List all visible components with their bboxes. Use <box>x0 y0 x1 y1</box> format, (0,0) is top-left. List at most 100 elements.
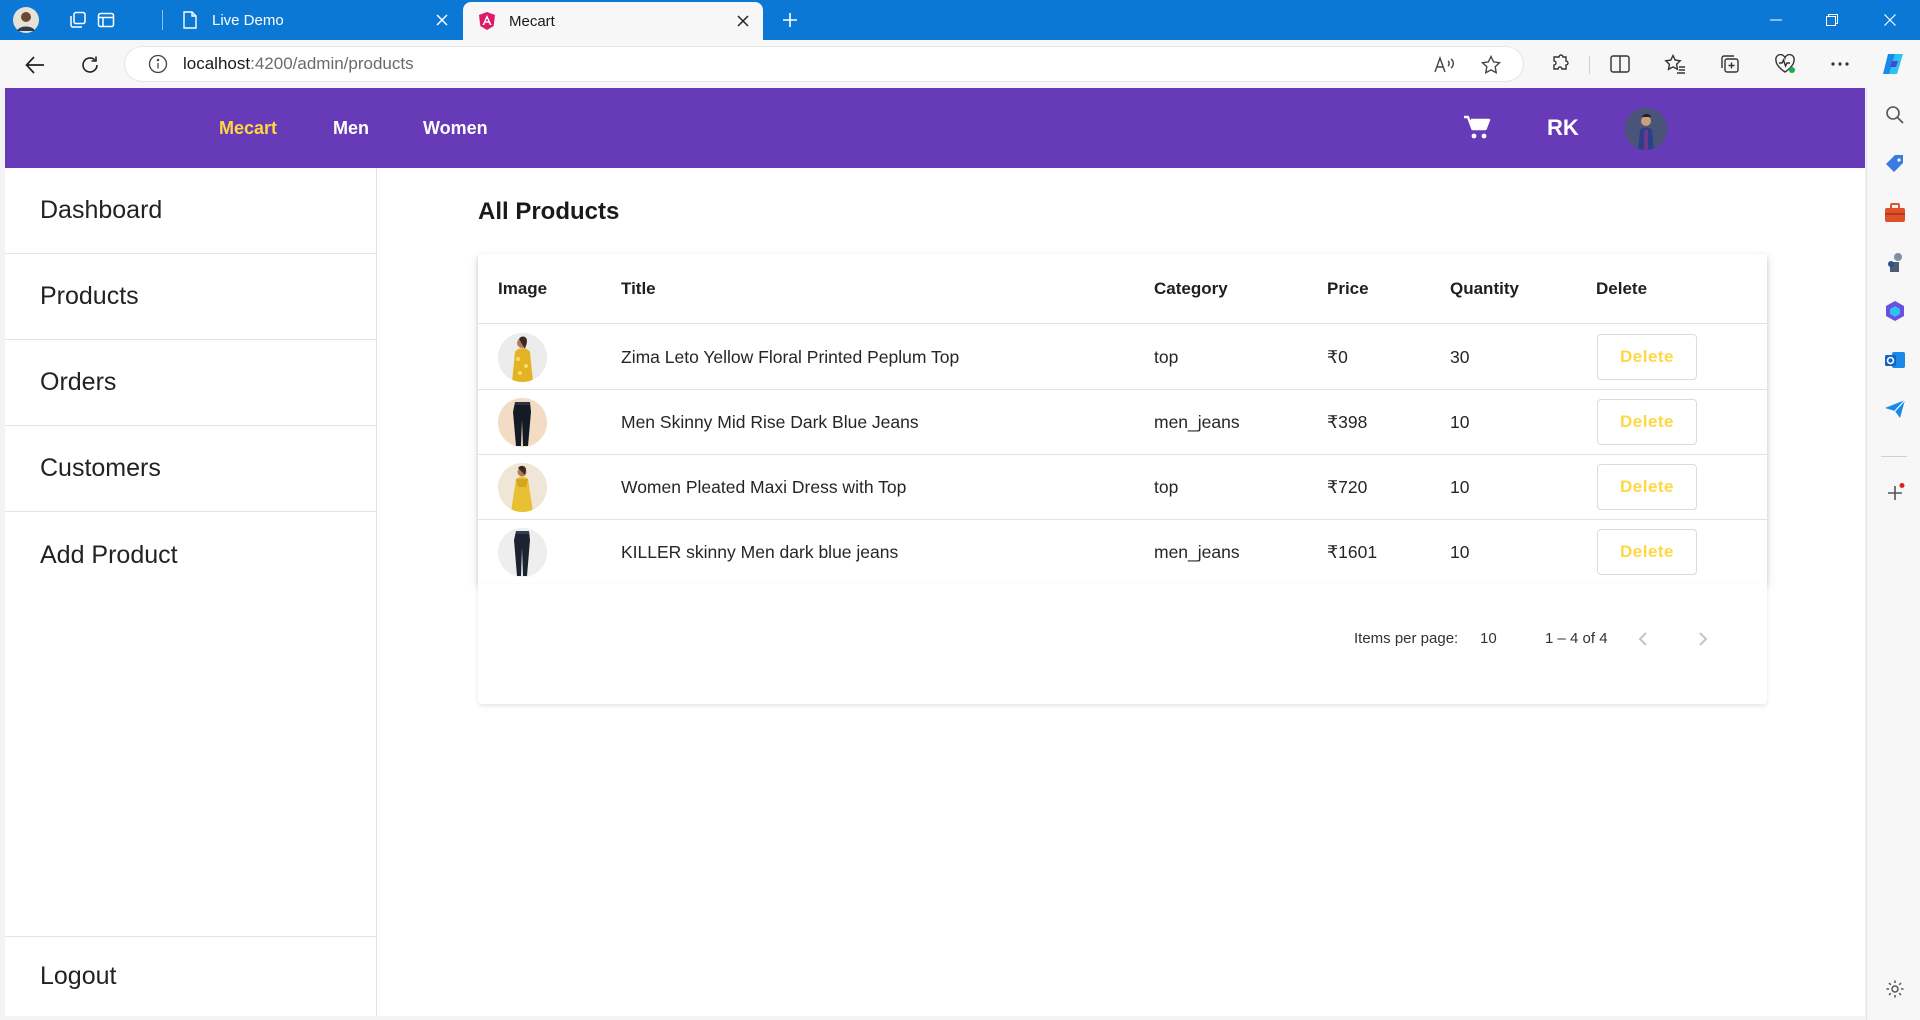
back-button[interactable] <box>20 50 50 80</box>
product-thumbnail <box>498 463 547 512</box>
web-page: Mecart Men Women RK Dashboard Products O… <box>5 88 1865 1016</box>
workspaces-icon[interactable] <box>64 6 92 34</box>
product-thumbnail <box>498 528 547 577</box>
product-thumbnail <box>498 333 547 382</box>
tab-title: Live Demo <box>212 11 284 29</box>
sidenav-item-add-product[interactable]: Add Product <box>5 512 377 598</box>
product-quantity: 30 <box>1450 347 1470 367</box>
minimize-window-button[interactable] <box>1748 0 1804 40</box>
logout-button[interactable]: Logout <box>5 936 377 1016</box>
column-header-title: Title <box>621 279 656 298</box>
copilot-icon[interactable] <box>1878 49 1908 79</box>
games-icon[interactable] <box>1882 249 1908 275</box>
site-info-icon[interactable] <box>147 53 169 75</box>
new-tab-button[interactable] <box>776 6 804 34</box>
sidenav-item-customers[interactable]: Customers <box>5 426 377 512</box>
product-title: Men Skinny Mid Rise Dark Blue Jeans <box>621 412 919 432</box>
nav-link-men[interactable]: Men <box>333 88 369 168</box>
table-row: Men Skinny Mid Rise Dark Blue Jeans men_… <box>478 390 1767 455</box>
delete-button[interactable]: Delete <box>1597 529 1697 575</box>
search-icon[interactable] <box>1882 102 1908 128</box>
product-title: KILLER skinny Men dark blue jeans <box>621 542 899 562</box>
column-header-price: Price <box>1327 279 1369 298</box>
product-price: ₹398 <box>1327 412 1368 432</box>
tab-live-demo[interactable]: Live Demo <box>166 0 462 40</box>
vertical-tabs-icon[interactable] <box>92 6 120 34</box>
sidenav-item-products[interactable]: Products <box>5 254 377 340</box>
tools-briefcase-icon[interactable] <box>1882 200 1908 226</box>
product-thumbnail <box>498 398 547 447</box>
product-category: top <box>1154 347 1179 367</box>
brand-link[interactable]: Mecart <box>219 88 277 168</box>
close-window-button[interactable] <box>1862 0 1918 40</box>
address-bar[interactable]: localhost:4200/admin/products <box>124 46 1524 82</box>
column-header-category: Category <box>1154 279 1228 298</box>
sidenav-item-orders[interactable]: Orders <box>5 340 377 426</box>
collections-icon[interactable] <box>1715 49 1745 79</box>
page-icon <box>180 10 200 30</box>
send-message-icon[interactable] <box>1882 396 1908 422</box>
column-header-quantity: Quantity <box>1450 279 1519 298</box>
more-menu-icon[interactable] <box>1825 49 1855 79</box>
admin-sidenav: Dashboard Products Orders Customers Add … <box>5 168 377 1016</box>
outlook-icon[interactable] <box>1882 347 1908 373</box>
table-row: Zima Leto Yellow Floral Printed Peplum T… <box>478 325 1767 390</box>
user-initials[interactable]: RK <box>1547 88 1579 168</box>
shopping-tag-icon[interactable] <box>1882 151 1908 177</box>
refresh-button[interactable] <box>75 50 105 80</box>
table-header-row: Image Title Category Price Quantity Dele… <box>478 254 1767 324</box>
read-aloud-icon[interactable] <box>1430 51 1460 79</box>
angular-logo-icon <box>477 11 497 31</box>
extensions-icon[interactable] <box>1544 49 1574 79</box>
restore-window-button[interactable] <box>1804 0 1860 40</box>
product-title: Women Pleated Maxi Dress with Top <box>621 477 907 497</box>
shopping-cart-icon[interactable] <box>1461 112 1493 144</box>
main-content: All Products Image Title Category Price … <box>378 168 1865 1016</box>
product-quantity: 10 <box>1450 542 1470 562</box>
delete-button[interactable]: Delete <box>1597 399 1697 445</box>
items-per-page-label: Items per page: <box>1354 630 1459 647</box>
items-per-page-select[interactable]: 10 <box>1480 624 1497 654</box>
microsoft-365-icon[interactable] <box>1882 298 1908 324</box>
delete-button[interactable]: Delete <box>1597 464 1697 510</box>
browser-essentials-icon[interactable] <box>1770 49 1800 79</box>
next-page-button[interactable] <box>1688 624 1718 654</box>
tab-mecart[interactable]: Mecart <box>463 2 763 40</box>
add-sidebar-app-icon[interactable] <box>1882 480 1908 506</box>
tab-title: Mecart <box>509 12 555 30</box>
sidebar-settings-icon[interactable] <box>1882 976 1908 1002</box>
delete-button[interactable]: Delete <box>1597 334 1697 380</box>
table-row: Women Pleated Maxi Dress with Top top ₹7… <box>478 455 1767 520</box>
toolbar-divider <box>1589 56 1590 74</box>
product-quantity: 10 <box>1450 477 1470 497</box>
column-header-delete: Delete <box>1596 279 1648 298</box>
previous-page-button[interactable] <box>1628 624 1658 654</box>
url-text[interactable]: localhost:4200/admin/products <box>183 54 1523 74</box>
products-table: Image Title Category Price Quantity Dele… <box>478 254 1767 584</box>
product-price: ₹720 <box>1327 477 1368 497</box>
product-price: ₹0 <box>1327 347 1348 367</box>
profile-avatar-icon[interactable] <box>12 6 40 34</box>
column-header-image: Image <box>498 279 548 298</box>
page-range-label: 1 – 4 of 4 <box>1545 630 1608 647</box>
nav-link-women[interactable]: Women <box>423 88 488 168</box>
split-screen-icon[interactable] <box>1605 49 1635 79</box>
page-title: All Products <box>478 198 620 225</box>
product-category: men_jeans <box>1154 542 1240 562</box>
product-quantity: 10 <box>1450 412 1470 432</box>
favorite-star-icon[interactable] <box>1476 51 1506 79</box>
sidenav-item-dashboard[interactable]: Dashboard <box>5 168 377 254</box>
favorites-icon[interactable] <box>1660 49 1690 79</box>
product-category: top <box>1154 477 1179 497</box>
table-paginator: Items per page: 10 1 – 4 of 4 <box>478 584 1767 704</box>
app-toolbar: Mecart Men Women RK <box>5 88 1865 168</box>
product-price: ₹1601 <box>1327 542 1378 562</box>
browser-tab-strip: Live Demo Mecart <box>0 0 1920 40</box>
close-tab-icon[interactable] <box>733 11 753 31</box>
table-row: KILLER skinny Men dark blue jeans men_je… <box>478 520 1767 585</box>
browser-toolbar: localhost:4200/admin/products <box>0 40 1920 88</box>
user-avatar[interactable] <box>1625 108 1667 150</box>
close-tab-icon[interactable] <box>432 10 452 30</box>
tab-strip-divider <box>162 10 163 30</box>
product-category: men_jeans <box>1154 412 1240 432</box>
